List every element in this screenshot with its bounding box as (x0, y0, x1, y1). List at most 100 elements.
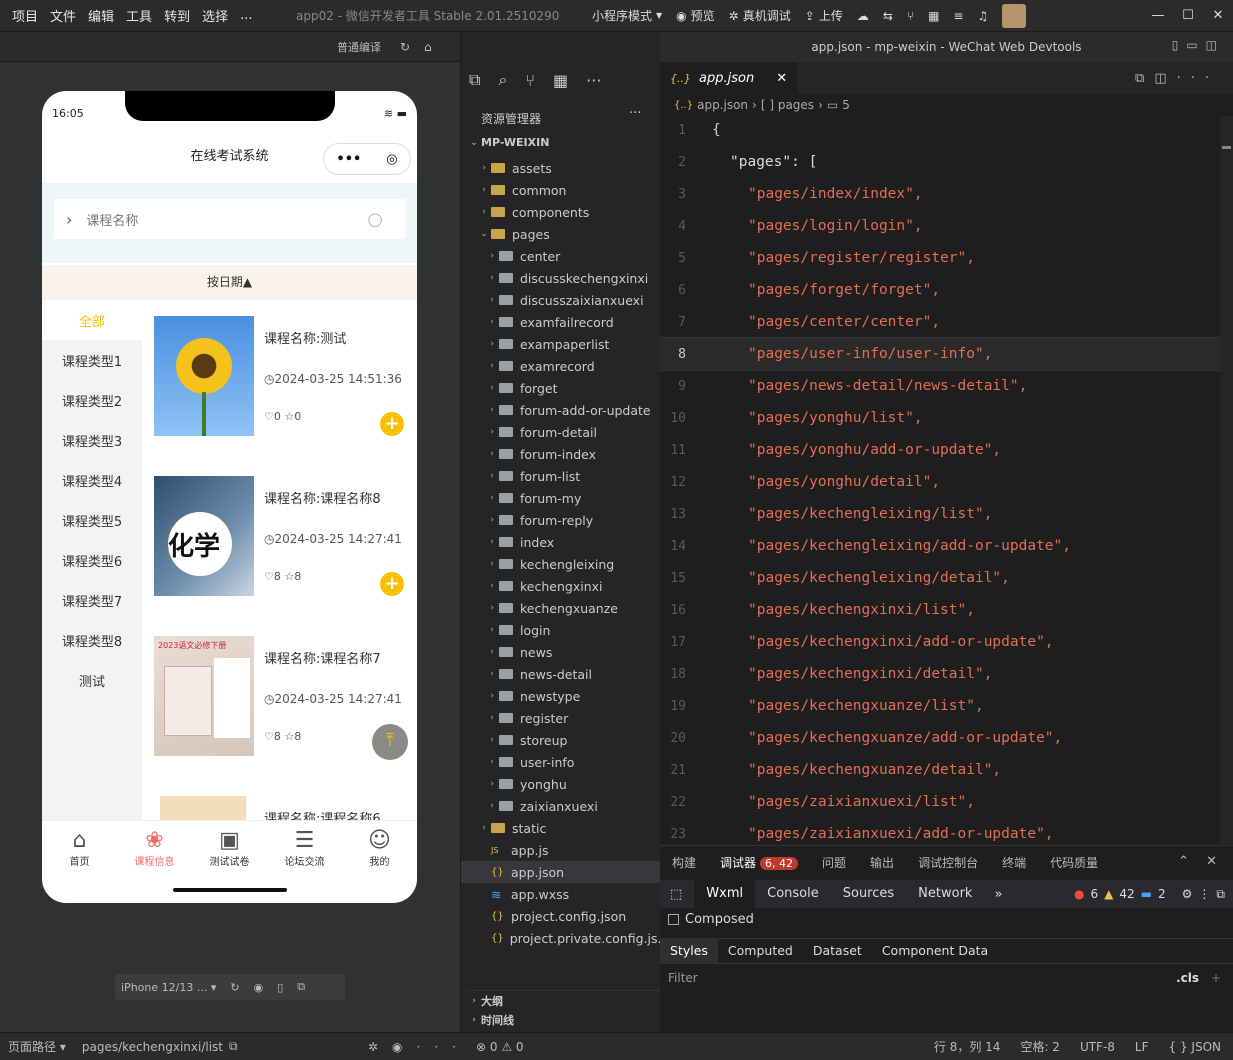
dock-icon[interactable]: ⧉ (1216, 887, 1225, 902)
tree-item-kechengxuanze[interactable]: › kechengxuanze (461, 597, 661, 619)
search-icon[interactable]: ⌕ (498, 70, 507, 90)
tree-item-center[interactable]: › center (461, 245, 661, 267)
tree-item-register[interactable]: › register (461, 707, 661, 729)
search-box[interactable]: › 课程名称 ○ (54, 199, 405, 239)
add-style-icon[interactable]: + (1211, 971, 1221, 985)
menu-item[interactable]: 选择 (202, 6, 228, 25)
course-card[interactable]: 2023语文必修下册 课程名称:课程名称7 ◷2024-03-25 14:27:… (154, 636, 414, 776)
tab-item[interactable]: ☰ 论坛交流 (267, 828, 342, 868)
tree-item-forum-detail[interactable]: › forum-detail (461, 421, 661, 443)
panel-tab[interactable]: 问题 (822, 854, 846, 871)
more-tabs-icon[interactable]: » (994, 887, 1002, 902)
maximize-button[interactable]: ☐ (1173, 0, 1203, 32)
tree-item-forum-my[interactable]: › forum-my (461, 487, 661, 509)
cursor-position[interactable]: 行 8，列 14 (934, 1038, 1001, 1055)
tree-item-common[interactable]: › common (461, 179, 661, 201)
styles-tab[interactable]: Styles (660, 938, 718, 964)
add-button[interactable]: + (380, 572, 404, 596)
menu-item[interactable]: 文件 (50, 6, 76, 25)
tab-item[interactable]: ☺ 我的 (342, 828, 417, 868)
files-icon[interactable]: ⧉ (469, 70, 480, 90)
problems-summary[interactable]: ⊗ 0 ⚠ 0 (476, 1040, 524, 1054)
source-control-icon[interactable]: ⑂ (525, 71, 535, 90)
mode-select[interactable]: 小程序模式 ▼ (592, 7, 662, 24)
panel-tab[interactable]: 输出 (870, 854, 894, 871)
layout-icon[interactable]: ▦ (928, 9, 939, 23)
clear-cache-icon[interactable]: ⌂ (424, 40, 432, 54)
course-card[interactable]: 课程名称:课程名称6 (154, 796, 414, 820)
tree-item-forum-reply[interactable]: › forum-reply (461, 509, 661, 531)
close-tab-icon[interactable]: ✕ (776, 71, 787, 86)
collapse-panel-icon[interactable]: ⌃ (1178, 854, 1189, 869)
tree-item-project-config-json[interactable]: {} project.config.json (461, 905, 661, 927)
tree-item-examrecord[interactable]: › examrecord (461, 355, 661, 377)
branch-icon[interactable]: ⑂ (907, 9, 914, 23)
device-select[interactable]: iPhone 12/13 ... ▾ (121, 981, 216, 994)
avatar[interactable] (1002, 3, 1027, 28)
compile-select[interactable]: 普通编译 (337, 39, 381, 55)
tree-item-app-json[interactable]: {} app.json (461, 861, 661, 883)
tree-item-components[interactable]: › components (461, 201, 661, 223)
course-card[interactable]: 课程名称:测试 ◷2024-03-25 14:51:36 ♡0 ☆0 + (154, 316, 414, 456)
page-path-select[interactable]: 页面路径 ▾ (8, 1038, 66, 1055)
styles-tab[interactable]: Dataset (803, 938, 872, 964)
popout-icon[interactable]: ⧉ (297, 980, 305, 994)
tab-item[interactable]: ⌂ 首页 (42, 828, 117, 868)
tree-item-news[interactable]: › news (461, 641, 661, 663)
menu-item[interactable]: ... (240, 8, 252, 23)
back-to-top-button[interactable]: ⤒ (372, 724, 408, 760)
tree-item-discusskechengxinxi[interactable]: › discusskechengxinxi (461, 267, 661, 289)
tree-item-index[interactable]: › index (461, 531, 661, 553)
menu-icon[interactable]: ≡ (953, 9, 963, 23)
menu-item[interactable]: 编辑 (88, 6, 114, 25)
devtools-tab[interactable]: Network (906, 880, 984, 908)
tree-item-kechengxinxi[interactable]: › kechengxinxi (461, 575, 661, 597)
panel-tab[interactable]: 构建 (672, 854, 696, 871)
tree-item-forum-index[interactable]: › forum-index (461, 443, 661, 465)
cls-button[interactable]: .cls (1176, 971, 1199, 985)
search-icon[interactable]: ○ (367, 209, 383, 230)
tree-item-project-private-config-js---[interactable]: {} project.private.config.js... (461, 927, 669, 949)
editor-tab-app-json[interactable]: {..} app.json ✕ (660, 62, 798, 94)
tree-item-forget[interactable]: › forget (461, 377, 661, 399)
filter-input[interactable]: Filter (668, 971, 698, 985)
encoding[interactable]: UTF-8 (1080, 1040, 1115, 1054)
cloud-icon[interactable]: ☁ (857, 9, 869, 23)
outline-section[interactable]: › 大纲 (467, 990, 661, 1009)
tree-item-static[interactable]: › static (461, 817, 661, 839)
tree-item-yonghu[interactable]: › yonghu (461, 773, 661, 795)
editor-actions[interactable]: ⧉◫··· (1135, 71, 1219, 86)
upload-button[interactable]: ⇪ 上传 (805, 7, 843, 24)
add-button[interactable]: + (380, 412, 404, 436)
minimize-button[interactable]: — (1143, 0, 1173, 32)
record-icon[interactable]: ◉ (254, 981, 264, 994)
breadcrumb-index[interactable]: 5 (842, 98, 850, 112)
rotate-icon[interactable]: ↻ (230, 981, 239, 994)
indentation[interactable]: 空格: 2 (1020, 1038, 1060, 1055)
composed-checkbox[interactable]: Composed (668, 912, 754, 927)
tree-item-storeup[interactable]: › storeup (461, 729, 661, 751)
sort-bar[interactable]: 按日期▲ (42, 265, 417, 300)
switch-icon[interactable]: ⇆ (883, 9, 893, 23)
tab-item[interactable]: ❀ 课程信息 (117, 828, 192, 868)
tree-item-login[interactable]: › login (461, 619, 661, 641)
tree-item-app-js[interactable]: JS app.js (461, 839, 661, 861)
tree-item-news-detail[interactable]: › news-detail (461, 663, 661, 685)
explorer-more-icon[interactable]: ··· (629, 106, 641, 121)
eol[interactable]: LF (1135, 1040, 1149, 1054)
devtools-tab[interactable]: Sources (831, 880, 906, 908)
more-icon[interactable]: ••• (336, 152, 361, 167)
styles-tab[interactable]: Component Data (872, 938, 998, 964)
menu-item[interactable]: 转到 (164, 6, 190, 25)
tree-item-newstype[interactable]: › newstype (461, 685, 661, 707)
preview-button[interactable]: ◉ 预览 (676, 7, 715, 24)
tab-item[interactable]: ▣ 测试试卷 (192, 828, 267, 868)
settings-icon[interactable]: ⚙ (1182, 887, 1193, 901)
tree-item-zaixianxuexi[interactable]: › zaixianxuexi (461, 795, 661, 817)
tree-item-forum-add-or-update[interactable]: › forum-add-or-update (461, 399, 661, 421)
inspect-icon[interactable]: ⬚ (670, 887, 682, 902)
panel-tab[interactable]: 代码质量 (1050, 854, 1098, 871)
copy-icon[interactable]: ⧉ (229, 1039, 238, 1054)
panel-tab[interactable]: 终端 (1002, 854, 1026, 871)
close-window-button[interactable]: ✕ (1203, 0, 1233, 32)
